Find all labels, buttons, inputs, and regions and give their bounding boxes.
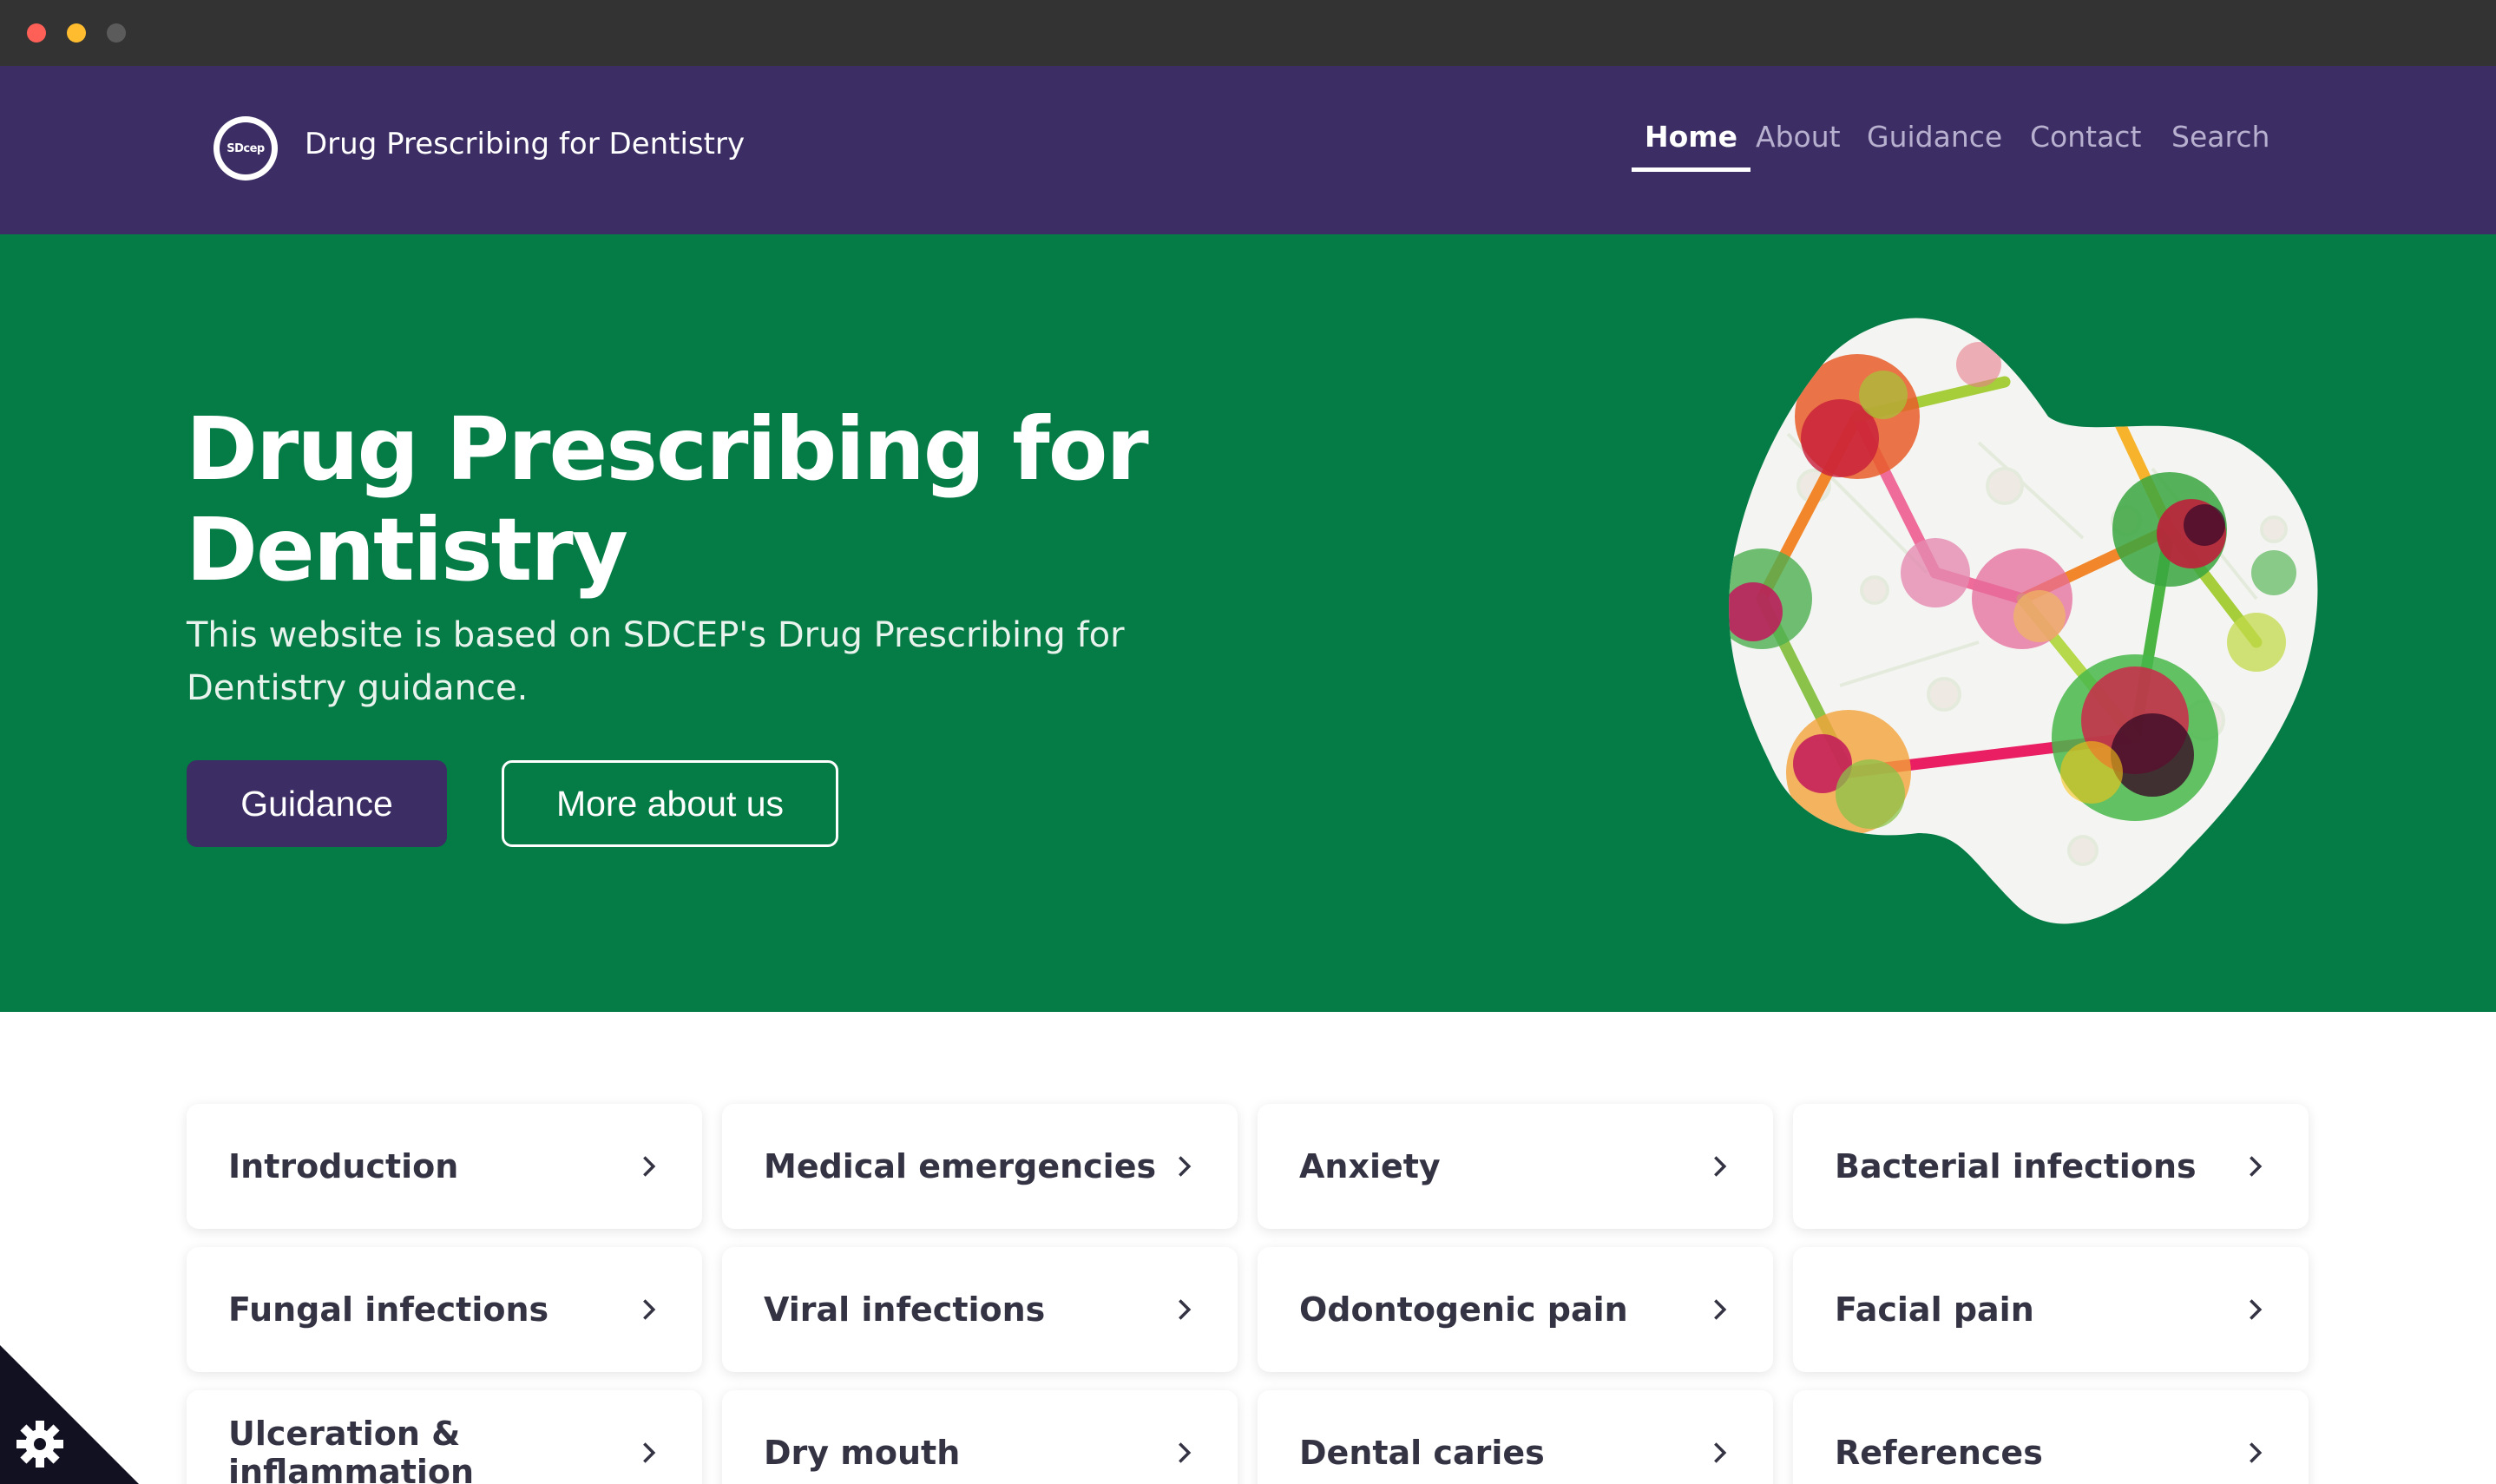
card-viral-infections[interactable]: Viral infections (722, 1247, 1238, 1372)
site-header: SDcep Drug Prescribing for Dentistry Hom… (0, 66, 2496, 234)
nav-home[interactable]: Home (1632, 120, 1751, 172)
nav-search[interactable]: Search (2171, 120, 2269, 172)
card-label: Medical emergencies (764, 1147, 1157, 1185)
minimize-window-button[interactable] (67, 23, 86, 43)
card-dental-caries[interactable]: Dental caries (1258, 1390, 1773, 1484)
card-odontogenic-pain[interactable]: Odontogenic pain (1258, 1247, 1773, 1372)
card-label: Introduction (228, 1147, 459, 1185)
hero-section: Drug Prescribing for Dentistry This webs… (0, 234, 2496, 1012)
card-facial-pain[interactable]: Facial pain (1793, 1247, 2309, 1372)
hero-subtitle: This website is based on SDCEP's Drug Pr… (187, 615, 1125, 708)
cookie-settings-button[interactable] (0, 1345, 139, 1484)
card-label: References (1835, 1434, 2043, 1472)
chevron-right-icon (1714, 1442, 1727, 1463)
card-label: Bacterial infections (1835, 1147, 2197, 1185)
guidance-button[interactable]: Guidance (187, 760, 447, 847)
molecule-illustration (1729, 318, 2318, 924)
window-titlebar (0, 0, 2496, 66)
card-label: Odontogenic pain (1299, 1290, 1628, 1329)
chevron-right-icon (2250, 1442, 2263, 1463)
card-label: Dry mouth (764, 1434, 961, 1472)
nav-contact[interactable]: Contact (2030, 120, 2141, 172)
chevron-right-icon (2250, 1156, 2263, 1177)
card-dry-mouth[interactable]: Dry mouth (722, 1390, 1238, 1484)
card-label: Facial pain (1835, 1290, 2034, 1329)
card-anxiety[interactable]: Anxiety (1258, 1104, 1773, 1229)
card-label: Fungal infections (228, 1290, 549, 1329)
card-ulceration-inflammation[interactable]: Ulceration & inflammation (187, 1390, 702, 1484)
site-title[interactable]: Drug Prescribing for Dentistry (305, 127, 745, 161)
sdcep-logo[interactable]: SDcep (213, 116, 278, 181)
card-label: Ulceration & inflammation (228, 1415, 475, 1484)
chevron-right-icon (1179, 1442, 1192, 1463)
zoom-window-button[interactable] (107, 23, 126, 43)
chevron-right-icon (643, 1156, 656, 1177)
sdcep-logo-text: SDcep (220, 122, 272, 174)
chevron-right-icon (1179, 1156, 1192, 1177)
card-medical-emergencies[interactable]: Medical emergencies (722, 1104, 1238, 1229)
nav-guidance[interactable]: Guidance (1867, 120, 2002, 172)
more-about-us-button[interactable]: More about us (502, 760, 838, 847)
card-label: Viral infections (764, 1290, 1046, 1329)
card-label: Dental caries (1299, 1434, 1545, 1472)
nav-about[interactable]: About (1756, 120, 1841, 172)
chevron-right-icon (1714, 1156, 1727, 1177)
card-label: Anxiety (1299, 1147, 1441, 1185)
gear-icon (16, 1421, 63, 1468)
close-window-button[interactable] (27, 23, 46, 43)
chevron-right-icon (643, 1442, 656, 1463)
chevron-right-icon (1179, 1299, 1192, 1320)
card-references[interactable]: References (1793, 1390, 2309, 1484)
card-introduction[interactable]: Introduction (187, 1104, 702, 1229)
card-fungal-infections[interactable]: Fungal infections (187, 1247, 702, 1372)
chevron-right-icon (2250, 1299, 2263, 1320)
hero-title: Drug Prescribing for Dentistry (186, 398, 1149, 601)
chevron-right-icon (643, 1299, 656, 1320)
chevron-right-icon (1714, 1299, 1727, 1320)
card-bacterial-infections[interactable]: Bacterial infections (1793, 1104, 2309, 1229)
